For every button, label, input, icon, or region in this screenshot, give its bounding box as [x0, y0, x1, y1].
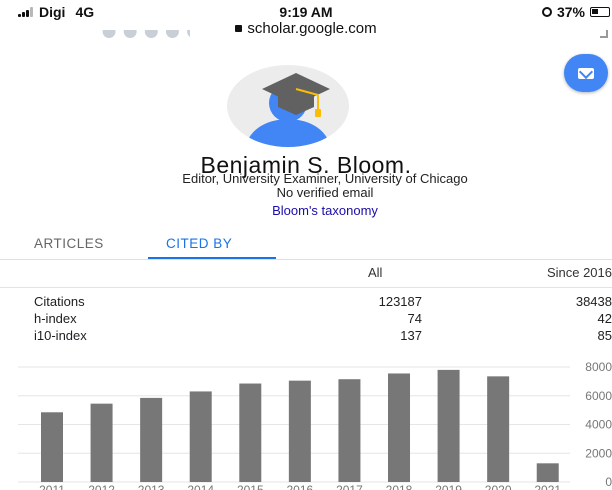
metric-value-since: 42: [597, 311, 612, 326]
y-tick-label: 8000: [585, 360, 612, 374]
bar-2015[interactable]: [239, 383, 262, 482]
metric-label: h-index: [34, 311, 77, 326]
citations-chart: 0 2000 4000 6000 8000 2011 2012 2013 2014 2015 201…: [18, 360, 612, 490]
scholar-logo: ●●●●●: [100, 30, 190, 40]
x-tick-label: 2013: [138, 483, 165, 490]
status-right: 37%: [541, 4, 610, 20]
column-header-since: Since 2016: [546, 265, 612, 280]
y-tick-label: 4000: [585, 418, 612, 432]
metric-label: i10-index: [34, 328, 87, 343]
metric-value-all: 74: [407, 311, 422, 326]
metric-row-citations: Citations 123187 38438: [34, 294, 612, 312]
y-tick-label: 0: [605, 475, 612, 489]
url-bar[interactable]: scholar.google.com: [0, 20, 612, 37]
x-tick-label: 2018: [386, 483, 413, 490]
battery-percent: 37%: [556, 4, 585, 20]
metric-row-h-index: h-index 74 42: [34, 311, 612, 329]
url-text: scholar.google.com: [247, 20, 377, 37]
y-tick-label: 6000: [585, 389, 612, 403]
tab-cited-by[interactable]: CITED BY: [166, 236, 232, 251]
x-tick-label: 2011: [39, 483, 65, 490]
x-tick-label: 2015: [237, 483, 264, 490]
lock-icon: [235, 25, 243, 32]
status-bar: Digi 4G 9:19 AM 37%: [0, 0, 612, 22]
clock: 9:19 AM: [279, 4, 333, 20]
column-header-all: All: [368, 265, 383, 280]
x-tick-label: 2012: [88, 483, 115, 490]
bar-2011[interactable]: [41, 412, 63, 482]
bar-2014[interactable]: [189, 391, 212, 482]
email-status: No verified email: [276, 185, 374, 200]
x-tick-label: 2019: [435, 483, 462, 490]
metric-row-i10-index: i10-index 137 85: [34, 328, 612, 346]
bar-2019[interactable]: [437, 369, 460, 482]
active-tab-indicator: [148, 257, 276, 259]
y-tick-label: 2000: [585, 446, 612, 460]
bar-2013[interactable]: [140, 397, 163, 482]
metric-value-since: 85: [597, 328, 612, 343]
search-icon[interactable]: [600, 30, 608, 38]
metric-value-since: 38438: [575, 294, 612, 309]
divider: [0, 287, 612, 288]
bar-2020[interactable]: [487, 376, 510, 482]
bar-2017[interactable]: [338, 379, 361, 482]
x-tick-label: 2020: [485, 483, 512, 490]
bar-2018[interactable]: [388, 373, 411, 482]
alarm-icon: [541, 7, 552, 17]
author-affiliation: Editor, University Examiner, University …: [182, 171, 468, 186]
envelope-icon: [578, 67, 594, 79]
research-interest-link[interactable]: Bloom's taxonomy: [0, 203, 612, 218]
metric-value-all: 137: [400, 328, 422, 343]
follow-button[interactable]: [564, 54, 608, 92]
metric-label: Citations: [34, 294, 85, 309]
metric-value-all: 123187: [378, 294, 422, 309]
x-tick-label: 2021: [534, 483, 561, 490]
bar-2016[interactable]: [288, 380, 311, 482]
battery-icon: [590, 7, 610, 17]
bar-2012[interactable]: [90, 403, 113, 482]
graduation-cap-icon: [262, 73, 330, 117]
x-tick-label: 2014: [187, 483, 214, 490]
x-tick-label: 2016: [287, 483, 314, 490]
x-tick-label: 2017: [336, 483, 363, 490]
bar-2021[interactable]: [536, 463, 559, 482]
tab-articles[interactable]: ARTICLES: [34, 236, 104, 251]
profile-tabs: ARTICLES CITED BY: [0, 226, 612, 260]
